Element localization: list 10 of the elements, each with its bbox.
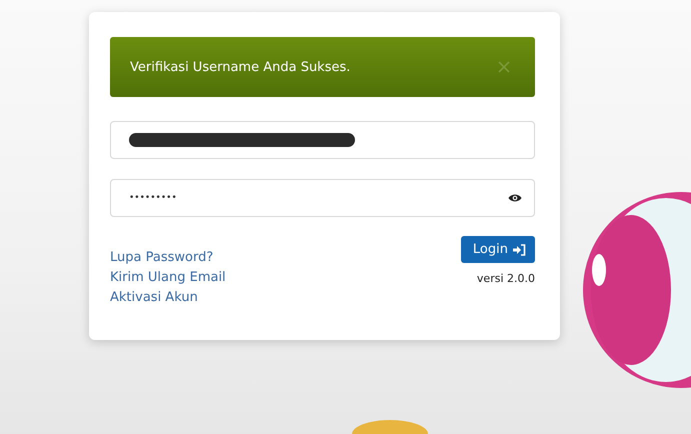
username-field[interactable] bbox=[110, 121, 535, 159]
password-field[interactable]: ••••••••• bbox=[110, 179, 535, 217]
text-link[interactable]: Aktivasi Akun bbox=[110, 288, 226, 308]
login-button[interactable]: Login bbox=[460, 236, 535, 263]
eye-icon[interactable] bbox=[508, 193, 522, 203]
alert-message: Verifikasi Username Anda Sukses. bbox=[130, 60, 350, 74]
sign-in-icon bbox=[513, 244, 526, 256]
text-link[interactable]: Kirim Ulang Email bbox=[110, 268, 226, 288]
text-link[interactable]: Lupa Password? bbox=[110, 248, 226, 268]
version-label: versi 2.0.0 bbox=[476, 272, 535, 285]
